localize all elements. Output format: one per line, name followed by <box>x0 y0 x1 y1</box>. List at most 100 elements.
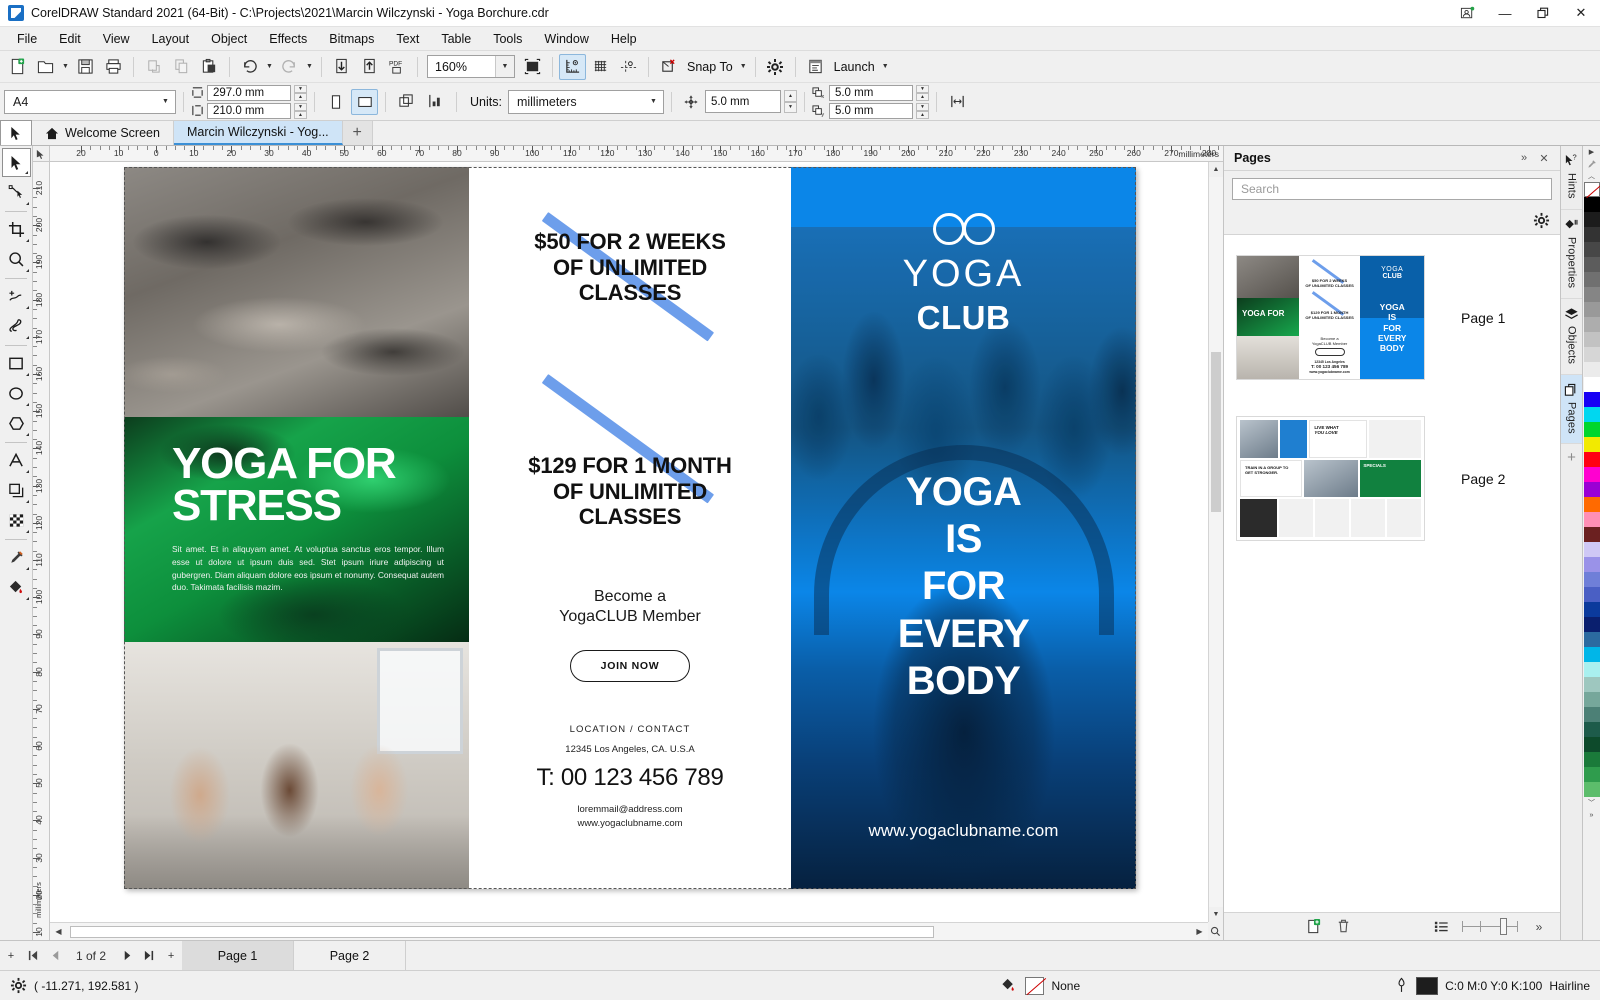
palette-swatch[interactable] <box>1584 362 1600 377</box>
freehand-tool[interactable] <box>2 282 31 311</box>
palette-swatch[interactable] <box>1584 752 1600 767</box>
dock-tab-pages[interactable]: Pages <box>1561 375 1583 445</box>
pages-search-input[interactable]: Search <box>1232 178 1552 200</box>
page-preset-arrow[interactable]: ▼ <box>156 91 175 113</box>
palette-swatch[interactable] <box>1584 422 1600 437</box>
palette-scroll-down[interactable]: ﹀ <box>1583 797 1600 809</box>
landscape-orientation-icon[interactable] <box>351 89 378 115</box>
color-palette[interactable]: ▶ ︿ ﹀» <box>1582 146 1600 940</box>
docker-collapse-icon[interactable]: » <box>1514 148 1534 168</box>
new-tab-button[interactable]: + <box>343 121 373 145</box>
clear-transformations-icon[interactable] <box>655 54 682 80</box>
paste-icon[interactable] <box>196 54 223 80</box>
duplicate-y-spinner[interactable]: ▼▲ <box>916 103 929 119</box>
brochure-panel-left[interactable]: YOGA FOR STRESS Sit amet. Et in aliquyam… <box>124 167 469 889</box>
palette-swatch[interactable] <box>1584 557 1600 572</box>
brochure-panel-right[interactable]: YOGA CLUB YOGA IS FOR EVERY BODY www.yog… <box>791 167 1136 889</box>
fill-color-swatch[interactable] <box>1025 977 1044 995</box>
page-tab-2[interactable]: Page 2 <box>294 941 406 971</box>
menu-bitmaps[interactable]: Bitmaps <box>318 29 385 49</box>
join-now-button[interactable]: JOIN NOW <box>570 650 691 682</box>
open-document-icon[interactable] <box>32 54 59 80</box>
units-combo[interactable]: millimeters ▼ <box>508 90 664 114</box>
canvas-horizontal-scrollbar[interactable]: ◀ ▶ <box>50 922 1208 940</box>
document-page[interactable]: YOGA FOR STRESS Sit amet. Et in aliquyam… <box>124 167 1136 889</box>
undo-icon[interactable] <box>236 54 263 80</box>
canvas-vertical-scrollbar[interactable]: ▲ ▼ <box>1208 162 1223 922</box>
next-page-button[interactable] <box>116 942 138 970</box>
export-icon[interactable] <box>356 54 383 80</box>
scroll-up-arrow[interactable]: ▲ <box>1209 162 1224 177</box>
menu-object[interactable]: Object <box>200 29 258 49</box>
print-document-icon[interactable] <box>100 54 127 80</box>
palette-swatch[interactable] <box>1584 707 1600 722</box>
duplicate-y-field[interactable]: 5.0 mm <box>829 103 913 119</box>
page-width-spinner[interactable]: ▼▲ <box>294 85 307 101</box>
restore-button[interactable] <box>1524 0 1562 27</box>
menu-help[interactable]: Help <box>600 29 648 49</box>
color-eyedropper-tool[interactable] <box>2 543 31 572</box>
full-screen-preview-icon[interactable] <box>519 54 546 80</box>
palette-swatch[interactable] <box>1584 347 1600 362</box>
vertical-ruler[interactable]: 2102001901801701601501401301201101009080… <box>33 162 50 940</box>
palette-swatch[interactable] <box>1584 737 1600 752</box>
previous-page-button[interactable] <box>44 942 66 970</box>
slider-knob[interactable] <box>1500 918 1507 935</box>
portrait-orientation-icon[interactable] <box>322 89 349 115</box>
duplicate-x-spinner[interactable]: ▼▲ <box>916 85 929 101</box>
show-grid-icon[interactable] <box>587 54 614 80</box>
palette-swatch[interactable] <box>1584 317 1600 332</box>
outline-color-swatch[interactable] <box>1416 977 1438 995</box>
page-height-spinner[interactable]: ▼▲ <box>294 103 307 119</box>
show-guidelines-icon[interactable] <box>615 54 642 80</box>
palette-swatch[interactable] <box>1584 587 1600 602</box>
pages-list-item-1[interactable]: $50 FOR 2 WEEKSOF UNLIMITED CLASSES $129… <box>1224 249 1560 386</box>
menu-text[interactable]: Text <box>385 29 430 49</box>
scroll-right-arrow[interactable]: ▶ <box>1191 923 1208 940</box>
launch-dropdown-arrow[interactable]: ▼ <box>880 54 891 80</box>
list-view-icon[interactable] <box>1428 916 1454 938</box>
palette-swatch[interactable] <box>1584 287 1600 302</box>
undo-dropdown-arrow[interactable]: ▼ <box>264 54 275 80</box>
export-pdf-icon[interactable]: PDF <box>384 54 411 80</box>
palette-swatch[interactable] <box>1584 302 1600 317</box>
page-tab-1[interactable]: Page 1 <box>182 941 294 971</box>
last-page-button[interactable] <box>138 942 160 970</box>
snap-to-dropdown-arrow[interactable]: ▼ <box>738 54 749 80</box>
thumbnail-size-slider[interactable] <box>1458 916 1522 938</box>
scroll-down-arrow[interactable]: ▼ <box>1209 907 1224 922</box>
palette-swatch[interactable] <box>1584 617 1600 632</box>
palette-swatch[interactable] <box>1584 452 1600 467</box>
menu-view[interactable]: View <box>92 29 141 49</box>
add-docker-icon[interactable]: + <box>1561 444 1583 470</box>
menu-layout[interactable]: Layout <box>141 29 201 49</box>
palette-no-color-swatch[interactable] <box>1584 182 1600 197</box>
palette-swatch[interactable] <box>1584 437 1600 452</box>
palette-swatch[interactable] <box>1584 482 1600 497</box>
close-button[interactable]: ✕ <box>1562 0 1600 27</box>
new-page-icon[interactable] <box>1300 916 1326 938</box>
tab-active-document[interactable]: Marcin Wilczynski - Yog... <box>174 121 343 145</box>
dock-tab-objects[interactable]: Objects <box>1561 299 1583 375</box>
pages-list-item-2[interactable]: LIVE WHATYOU LOVE TRAIN IN A GROUP TO GE… <box>1224 410 1560 547</box>
drawing-canvas[interactable]: YOGA FOR STRESS Sit amet. Et in aliquyam… <box>50 162 1223 940</box>
transparency-tool[interactable] <box>2 506 31 535</box>
ellipse-tool[interactable] <box>2 379 31 408</box>
page-preset-combo[interactable]: A4 ▼ <box>4 90 176 114</box>
options-gear-icon[interactable] <box>762 54 789 80</box>
palette-swatch[interactable] <box>1584 662 1600 677</box>
palette-swatch[interactable] <box>1584 647 1600 662</box>
units-arrow[interactable]: ▼ <box>644 91 663 113</box>
polygon-tool[interactable] <box>2 409 31 438</box>
pick-tool[interactable] <box>2 148 31 177</box>
duplicate-x-field[interactable]: 5.0 mm <box>829 85 913 101</box>
palette-swatch[interactable] <box>1584 377 1600 392</box>
new-document-icon[interactable] <box>4 54 31 80</box>
account-button[interactable] <box>1448 0 1486 27</box>
palette-swatch[interactable] <box>1584 227 1600 242</box>
rectangle-tool[interactable] <box>2 349 31 378</box>
horizontal-scroll-thumb[interactable] <box>70 926 934 938</box>
docker-close-icon[interactable]: ✕ <box>1534 148 1554 168</box>
docker-more-icon[interactable]: » <box>1526 916 1552 938</box>
palette-swatch[interactable] <box>1584 392 1600 407</box>
